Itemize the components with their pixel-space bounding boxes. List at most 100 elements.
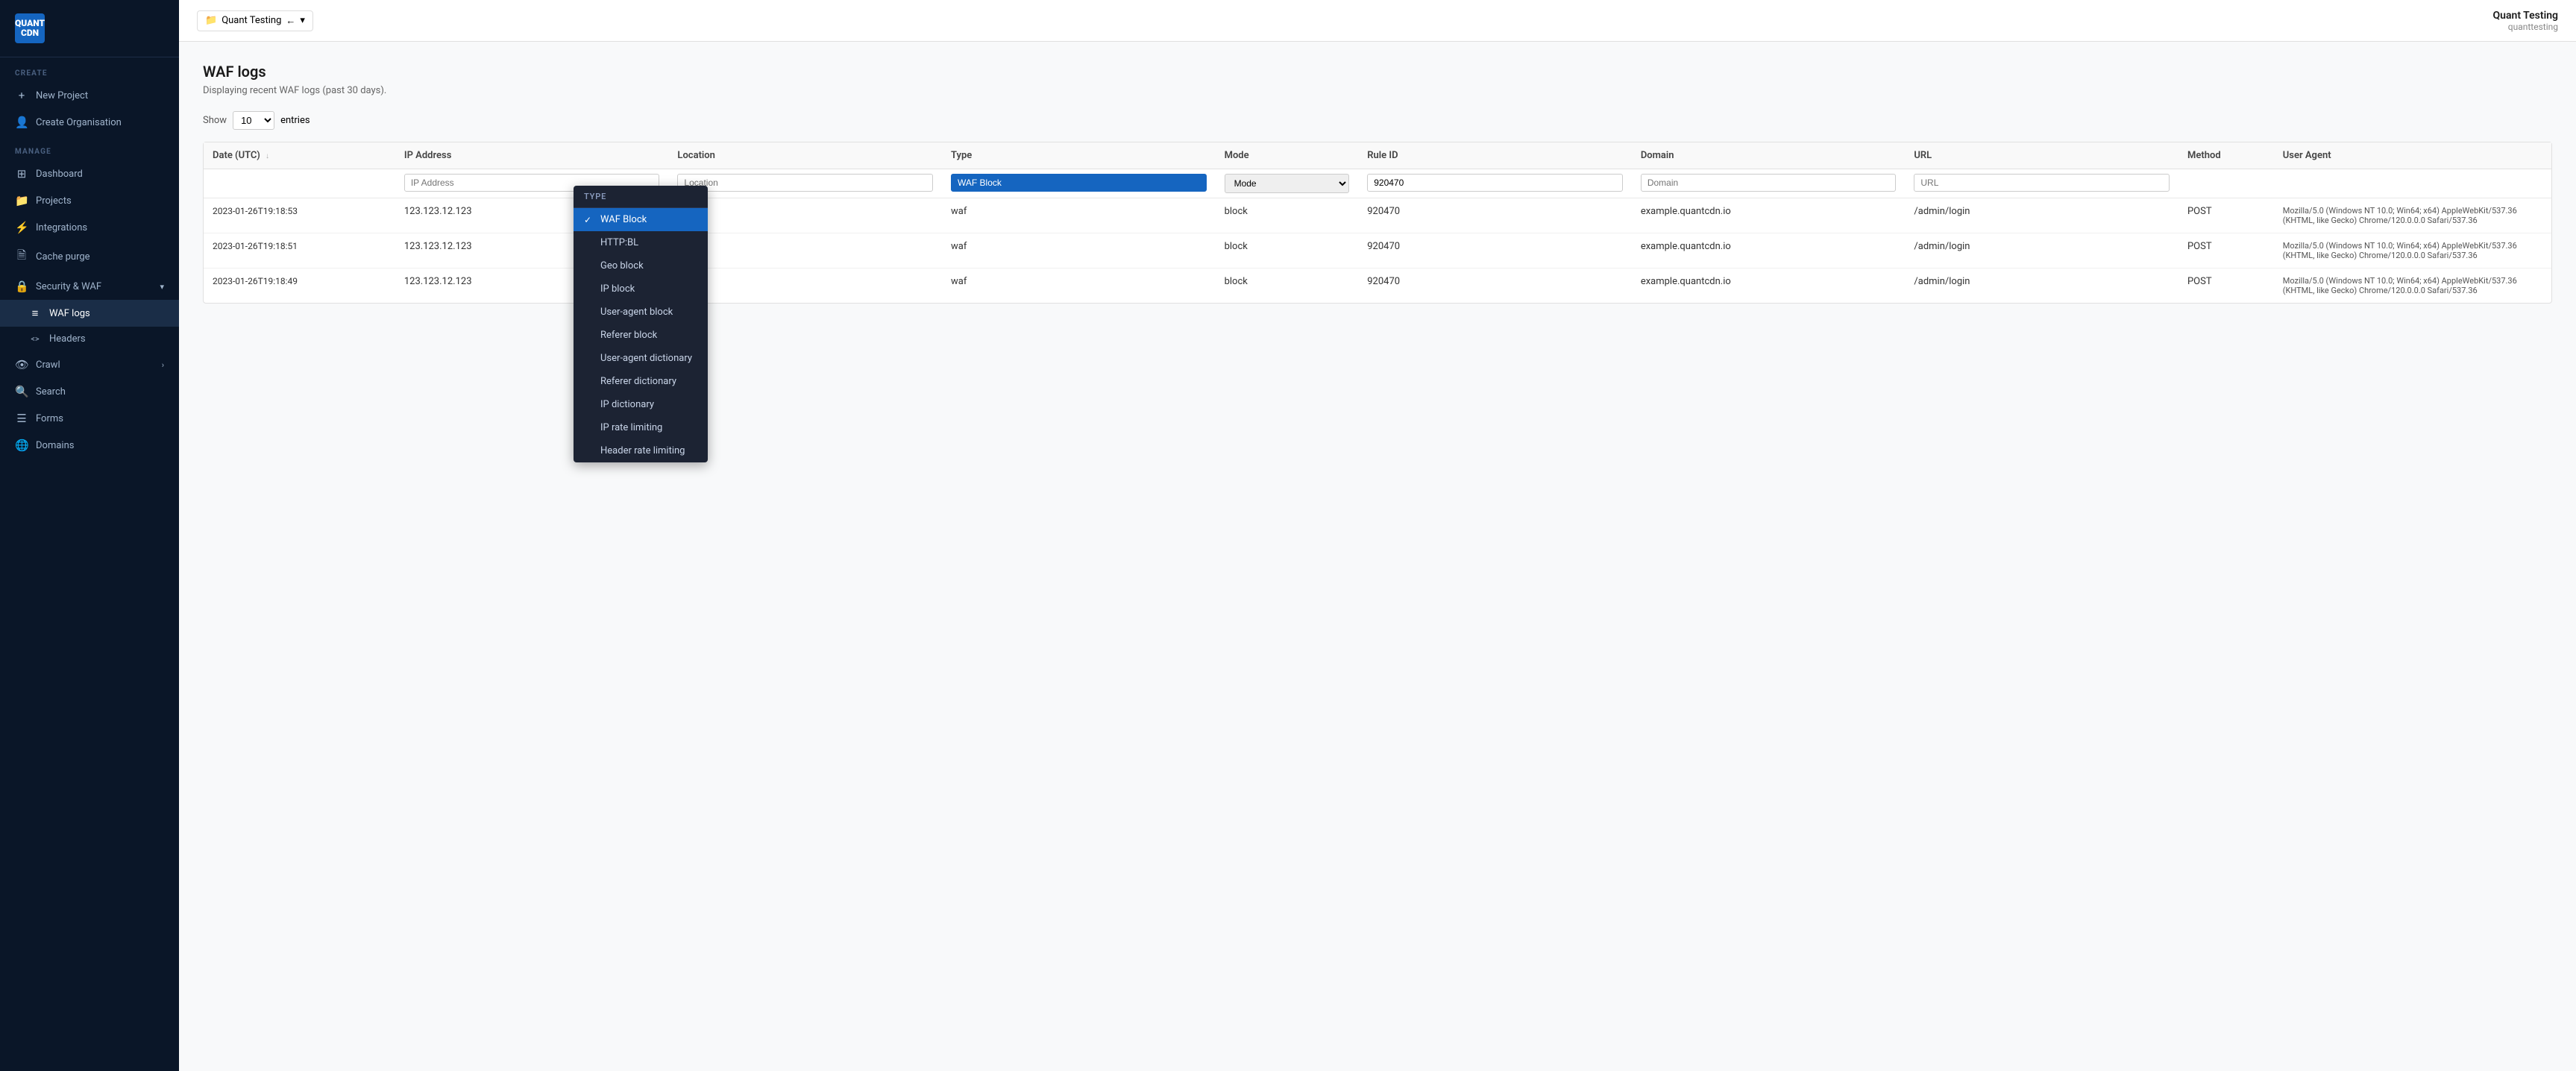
filter-method [2178, 169, 2274, 198]
folder-icon: 📁 [205, 15, 217, 26]
sidebar-item-label: Crawl [36, 359, 60, 371]
projects-icon: 📁 [15, 194, 28, 207]
filter-url [1905, 169, 2178, 198]
dropdown-item-header-rate-limiting[interactable]: Header rate limiting [574, 439, 708, 462]
show-label: Show [203, 115, 227, 126]
sidebar-item-label: Security & WAF [36, 281, 101, 292]
dropdown-item-user-agent-dictionary[interactable]: User-agent dictionary [574, 347, 708, 370]
project-selector[interactable]: 📁 Quant Testing ← ▾ [197, 10, 313, 31]
sidebar-item-domains[interactable]: 🌐 Domains [0, 432, 179, 459]
plus-icon: + [15, 89, 28, 102]
org-icon: 👤 [15, 116, 28, 129]
filter-useragent [2274, 169, 2551, 198]
dropdown-item-referer-block[interactable]: Referer block [574, 324, 708, 347]
cell-ruleid-2: 920470 [1358, 233, 1632, 268]
sidebar-item-label: Create Organisation [36, 117, 122, 128]
dropdown-item-user-agent-block[interactable]: User-agent block [574, 301, 708, 324]
main-area: 📁 Quant Testing ← ▾ Quant Testing quantt… [179, 0, 2576, 1071]
sidebar-item-headers[interactable]: <> Headers [0, 327, 179, 351]
search-sidebar-icon: 🔍 [15, 385, 28, 398]
filter-type [942, 169, 1216, 198]
ruleid-filter-input[interactable] [1367, 174, 1623, 192]
dropdown-item-geo-block[interactable]: Geo block [574, 254, 708, 277]
dropdown-item-label: HTTP:BL [600, 237, 638, 248]
sidebar-item-create-org[interactable]: 👤 Create Organisation [0, 109, 179, 136]
type-dropdown: Type ✓ WAF Block HTTP:BL Geo block IP bl… [574, 186, 708, 462]
cell-domain-3: example.quantcdn.io [1632, 268, 1906, 304]
sidebar-item-label: Cache purge [36, 251, 90, 263]
dropdown-item-label: IP dictionary [600, 399, 654, 410]
create-section-label: CREATE [0, 57, 179, 82]
back-arrow-icon: ← [286, 15, 295, 27]
sidebar-item-crawl[interactable]: 👁 Crawl › [0, 351, 179, 378]
sidebar-logo: QUANTCDN [0, 0, 179, 57]
sidebar-item-new-project[interactable]: + New Project [0, 82, 179, 109]
cell-method-1: POST [2178, 198, 2274, 233]
col-location: Location [668, 142, 942, 169]
table-row: 2023-01-26T19:18:53 123.123.12.123 VE wa… [204, 198, 2551, 233]
manage-section-label: MANAGE [0, 136, 179, 160]
table-row: 2023-01-26T19:18:51 123.123.12.123 VE wa… [204, 233, 2551, 268]
sort-icon: ↓ [266, 152, 269, 160]
col-ruleid: Rule ID [1358, 142, 1632, 169]
cell-type-2: waf [942, 233, 1216, 268]
col-mode: Mode [1216, 142, 1359, 169]
col-domain: Domain [1632, 142, 1906, 169]
dropdown-arrow-icon: ▾ [300, 15, 305, 26]
mode-filter-select[interactable]: Mode block allow monitor [1225, 174, 1350, 193]
sidebar: QUANTCDN CREATE + New Project 👤 Create O… [0, 0, 179, 1071]
forms-icon: ☰ [15, 412, 28, 425]
topbar-right: Quant Testing quanttesting [2493, 10, 2558, 32]
dropdown-item-ip-dictionary[interactable]: IP dictionary [574, 393, 708, 416]
page-subtitle: Displaying recent WAF logs (past 30 days… [203, 85, 2552, 96]
cell-date-1: 2023-01-26T19:18:53 [204, 198, 395, 233]
waf-logs-icon: ≡ [28, 307, 42, 320]
cell-mode-2: block [1216, 233, 1359, 268]
sidebar-item-security-waf[interactable]: 🔒 Security & WAF ▾ [0, 273, 179, 300]
cell-type-3: waf [942, 268, 1216, 304]
filter-date [204, 169, 395, 198]
dropdown-item-http-bl[interactable]: HTTP:BL [574, 231, 708, 254]
dropdown-item-label: IP block [600, 283, 635, 295]
sidebar-item-label: Domains [36, 440, 74, 451]
sidebar-item-waf-logs[interactable]: ≡ WAF logs [0, 300, 179, 327]
sidebar-item-dashboard[interactable]: ⊞ Dashboard [0, 160, 179, 187]
dropdown-item-ip-block[interactable]: IP block [574, 277, 708, 301]
logo-icon: QUANTCDN [15, 13, 45, 43]
sidebar-item-integrations[interactable]: ⚡ Integrations [0, 214, 179, 241]
dropdown-item-ip-rate-limiting[interactable]: IP rate limiting [574, 416, 708, 439]
type-filter-input[interactable] [951, 174, 1207, 192]
sidebar-item-label: WAF logs [49, 308, 90, 319]
dropdown-item-label: User-agent dictionary [600, 353, 692, 364]
col-useragent: User Agent [2274, 142, 2551, 169]
url-filter-input[interactable] [1914, 174, 2170, 192]
cell-url-2: /admin/login [1905, 233, 2178, 268]
entries-select[interactable]: 10 25 50 100 [233, 111, 274, 130]
chevron-down-icon: ▾ [160, 282, 164, 292]
cell-mode-1: block [1216, 198, 1359, 233]
cell-method-2: POST [2178, 233, 2274, 268]
cell-location-2: VE [668, 233, 942, 268]
dropdown-item-label: Header rate limiting [600, 445, 685, 456]
waf-table: Date (UTC) ↓ IP Address Location Type Mo… [204, 142, 2551, 303]
cell-method-3: POST [2178, 268, 2274, 304]
dropdown-item-referer-dictionary[interactable]: Referer dictionary [574, 370, 708, 393]
location-filter-input[interactable] [677, 174, 933, 192]
dropdown-item-waf-block[interactable]: ✓ WAF Block [574, 208, 708, 231]
cell-agent-2: Mozilla/5.0 (Windows NT 10.0; Win64; x64… [2274, 233, 2551, 268]
security-icon: 🔒 [15, 280, 28, 293]
cell-ruleid-3: 920470 [1358, 268, 1632, 304]
domain-filter-input[interactable] [1641, 174, 1897, 192]
table-header-row: Date (UTC) ↓ IP Address Location Type Mo… [204, 142, 2551, 169]
dropdown-item-label: Geo block [600, 260, 644, 271]
filter-ruleid [1358, 169, 1632, 198]
sidebar-item-cache-purge[interactable]: 🗎 Cache purge [0, 241, 179, 273]
filter-mode: Mode block allow monitor [1216, 169, 1359, 198]
sidebar-item-label: Search [36, 386, 66, 398]
sidebar-item-search[interactable]: 🔍 Search [0, 378, 179, 405]
sidebar-item-projects[interactable]: 📁 Projects [0, 187, 179, 214]
cell-url-3: /admin/login [1905, 268, 2178, 304]
sidebar-item-label: New Project [36, 90, 88, 101]
sidebar-item-forms[interactable]: ☰ Forms [0, 405, 179, 432]
cell-date-2: 2023-01-26T19:18:51 [204, 233, 395, 268]
